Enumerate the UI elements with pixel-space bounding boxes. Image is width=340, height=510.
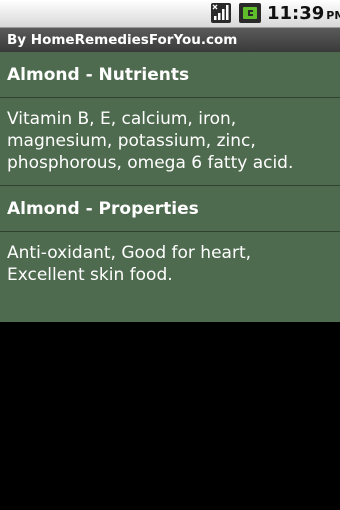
remedy-list: Almond - Nutrients Vitamin B, E, calcium… (0, 52, 340, 322)
app-title: By HomeRemediesForYou.com (7, 32, 238, 48)
app-title-bar: By HomeRemediesForYou.com (0, 28, 340, 52)
section-text: Anti-oxidant, Good for heart, Excellent … (7, 243, 252, 285)
signal-icon (211, 3, 231, 23)
list-item-properties-text[interactable]: Anti-oxidant, Good for heart, Excellent … (0, 232, 340, 322)
section-heading: Almond - Nutrients (7, 65, 190, 85)
status-clock: 11:39 PM (267, 4, 340, 26)
section-text: Vitamin B, E, calcium, iron, magnesium, … (7, 109, 294, 173)
list-item-properties-heading[interactable]: Almond - Properties (0, 186, 340, 232)
status-bar: 11:39 PM (0, 0, 340, 28)
clock-time: 11:39 (267, 3, 325, 24)
section-heading: Almond - Properties (7, 199, 199, 219)
battery-icon (239, 3, 261, 23)
clock-ampm: PM (326, 9, 340, 22)
list-item-nutrients-heading[interactable]: Almond - Nutrients (0, 52, 340, 98)
list-item-nutrients-text[interactable]: Vitamin B, E, calcium, iron, magnesium, … (0, 98, 340, 186)
